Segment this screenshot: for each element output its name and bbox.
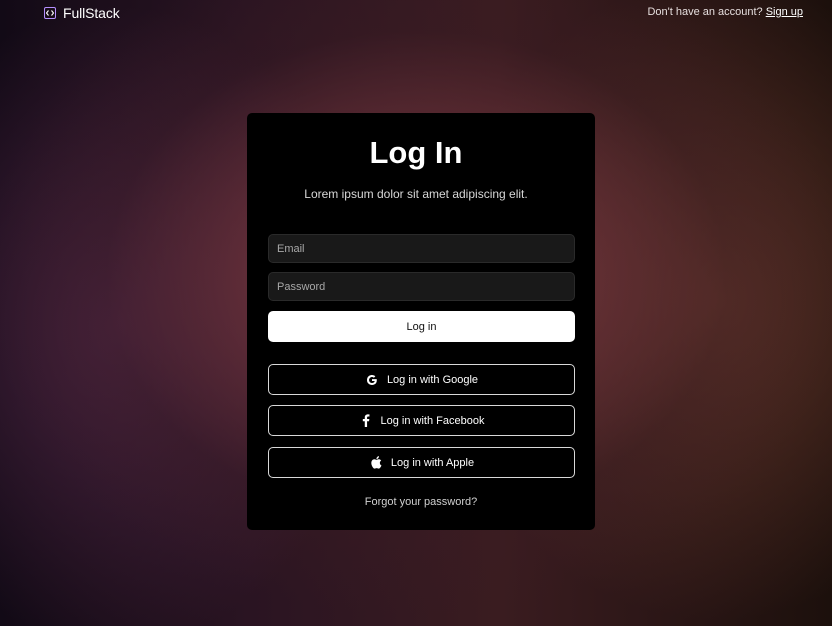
facebook-icon xyxy=(359,414,373,428)
page-title: Log In xyxy=(369,135,463,170)
google-login-button[interactable]: Log in with Google xyxy=(268,364,575,395)
facebook-login-button[interactable]: Log in with Facebook xyxy=(268,405,575,436)
forgot-password-link[interactable]: Forgot your password? xyxy=(247,494,595,510)
apple-icon xyxy=(369,456,383,470)
email-field[interactable] xyxy=(268,234,575,263)
password-field[interactable] xyxy=(268,272,575,301)
brand-name: FullStack xyxy=(63,4,120,21)
signup-prompt: Don't have an account? Sign up xyxy=(647,5,803,20)
login-button[interactable]: Log in xyxy=(268,311,575,342)
code-brackets-icon xyxy=(44,6,56,19)
apple-login-button[interactable]: Log in with Apple xyxy=(268,447,575,478)
apple-login-label: Log in with Apple xyxy=(390,456,475,469)
google-login-label: Log in with Google xyxy=(386,373,479,386)
page-subtitle: Lorem ipsum dolor sit amet adipiscing el… xyxy=(304,187,528,201)
signup-prompt-text: Don't have an account? xyxy=(647,6,763,18)
google-icon xyxy=(365,373,379,387)
signup-link[interactable]: Sign up xyxy=(766,6,803,18)
facebook-login-label: Log in with Facebook xyxy=(380,414,485,427)
brand-logo[interactable]: FullStack xyxy=(44,4,120,21)
